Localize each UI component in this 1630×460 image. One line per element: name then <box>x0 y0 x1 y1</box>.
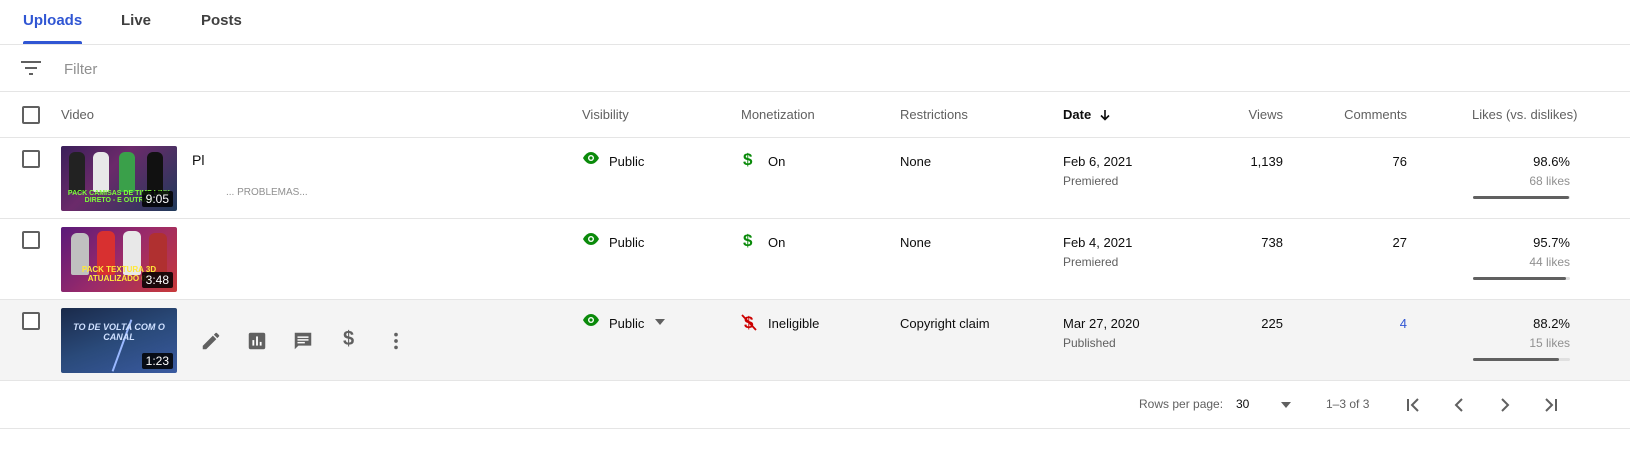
likes-bar <box>1473 196 1570 199</box>
arrow-down-icon <box>1100 110 1110 121</box>
video-thumbnail[interactable]: TO DE VOLTA COM O CANAL 1:23 <box>61 308 177 373</box>
likes-percent: 98.6% <box>1533 154 1570 169</box>
likes-count: 68 likes <box>1529 174 1570 188</box>
likes-percent: 95.7% <box>1533 235 1570 250</box>
tab-live[interactable]: Live <box>121 0 151 44</box>
rows-per-page-select[interactable]: 30 <box>1236 381 1249 428</box>
restrictions-status: None <box>900 154 932 169</box>
video-title[interactable]: Pl <box>192 152 204 168</box>
monetization-action-icon[interactable]: $ <box>343 328 354 351</box>
column-header-restrictions[interactable]: Restrictions <box>900 92 968 137</box>
row-checkbox[interactable] <box>22 312 40 330</box>
eye-icon <box>583 152 599 164</box>
filter-bar <box>0 45 1630 92</box>
date-type: Premiered <box>1063 255 1119 269</box>
filter-list-icon[interactable] <box>21 61 41 75</box>
select-all-checkbox[interactable] <box>22 106 40 124</box>
edit-icon[interactable] <box>200 330 222 352</box>
video-description: ... PROBLEMAS... <box>226 187 308 198</box>
visibility-status[interactable]: Public <box>609 154 644 169</box>
dollar-icon: $ <box>743 231 753 250</box>
likes-count: 15 likes <box>1529 336 1570 350</box>
views-count: 738 <box>1261 235 1283 250</box>
likes-bar <box>1473 358 1570 361</box>
date-type: Published <box>1063 336 1116 350</box>
comments-count-link[interactable]: 4 <box>1307 316 1407 331</box>
rows-per-page-value: 30 <box>1236 397 1250 411</box>
monetization-status[interactable]: On <box>768 154 785 169</box>
eye-icon <box>583 233 599 245</box>
eye-icon <box>583 314 599 326</box>
column-header-monetization[interactable]: Monetization <box>741 92 815 137</box>
filter-input[interactable] <box>62 55 466 83</box>
visibility-status[interactable]: Public <box>609 235 644 250</box>
pagination-footer: Rows per page: 30 1–3 of 3 <box>0 381 1630 429</box>
views-count: 225 <box>1261 316 1283 331</box>
table-header: Video Visibility Monetization Restrictio… <box>0 92 1630 138</box>
table-row[interactable]: PACK CAMISAS DE TIME LINK DIRETO - E OUT… <box>0 138 1630 219</box>
analytics-icon[interactable] <box>246 330 268 352</box>
tab-posts[interactable]: Posts <box>201 0 242 44</box>
restrictions-status: None <box>900 235 932 250</box>
rows-per-page-label: Rows per page: <box>1139 397 1224 411</box>
monetization-status[interactable]: On <box>768 235 785 250</box>
likes-bar-fill <box>1473 358 1559 361</box>
column-header-date-label: Date <box>1063 107 1092 122</box>
video-date: Feb 6, 2021 <box>1063 154 1133 169</box>
likes-bar-fill <box>1473 196 1569 199</box>
likes-bar <box>1473 277 1570 280</box>
next-page-icon[interactable] <box>1496 396 1514 414</box>
column-header-video: Video <box>61 107 95 122</box>
date-type: Premiered <box>1063 174 1119 188</box>
likes-count: 44 likes <box>1529 255 1570 269</box>
video-thumbnail[interactable]: PACK TEXTURA 3D ATUALIZADO 01 3:48 <box>61 227 177 292</box>
row-checkbox[interactable] <box>22 231 40 249</box>
monetization-status[interactable]: Ineligible <box>768 316 819 331</box>
tab-uploads[interactable]: Uploads <box>23 0 83 44</box>
comments-count: 27 <box>1392 235 1407 250</box>
first-page-icon[interactable] <box>1404 396 1422 414</box>
rows-per-page-dropdown-icon[interactable] <box>1281 402 1291 408</box>
visibility-status[interactable]: Public <box>609 316 644 331</box>
column-header-likes[interactable]: Likes (vs. dislikes) <box>1472 92 1577 137</box>
video-thumbnail[interactable]: PACK CAMISAS DE TIME LINK DIRETO - E OUT… <box>61 146 177 211</box>
likes-percent: 88.2% <box>1533 316 1570 331</box>
column-header-date[interactable]: Date <box>1063 92 1111 137</box>
video-date: Feb 4, 2021 <box>1063 235 1133 250</box>
row-checkbox[interactable] <box>22 150 40 168</box>
dollar-off-icon: $ <box>741 313 757 332</box>
column-header-comments[interactable]: Comments <box>1307 92 1407 137</box>
video-duration: 9:05 <box>141 191 173 207</box>
likes-bar-fill <box>1473 277 1566 280</box>
last-page-icon[interactable] <box>1542 396 1560 414</box>
dollar-icon: $ <box>743 150 753 169</box>
video-date: Mar 27, 2020 <box>1063 316 1140 331</box>
video-duration: 3:48 <box>141 272 173 288</box>
column-header-visibility[interactable]: Visibility <box>582 92 629 137</box>
thumbnail-caption: TO DE VOLTA COM O CANAL <box>73 322 165 342</box>
tab-bar: Uploads Live Posts <box>0 0 1630 45</box>
restrictions-status[interactable]: Copyright claim <box>900 316 990 331</box>
column-header-views[interactable]: Views <box>1183 92 1283 137</box>
table-row[interactable]: TO DE VOLTA COM O CANAL 1:23 $ Public $ … <box>0 300 1630 381</box>
previous-page-icon[interactable] <box>1450 396 1468 414</box>
views-count: 1,139 <box>1250 154 1283 169</box>
page-range: 1–3 of 3 <box>1326 397 1370 411</box>
video-duration: 1:23 <box>141 353 173 369</box>
table-row[interactable]: PACK TEXTURA 3D ATUALIZADO 01 3:48 Publi… <box>0 219 1630 300</box>
comments-icon[interactable] <box>292 330 314 352</box>
comments-count: 76 <box>1392 154 1407 169</box>
visibility-dropdown-icon[interactable] <box>655 319 665 325</box>
more-options-icon[interactable] <box>385 330 407 352</box>
